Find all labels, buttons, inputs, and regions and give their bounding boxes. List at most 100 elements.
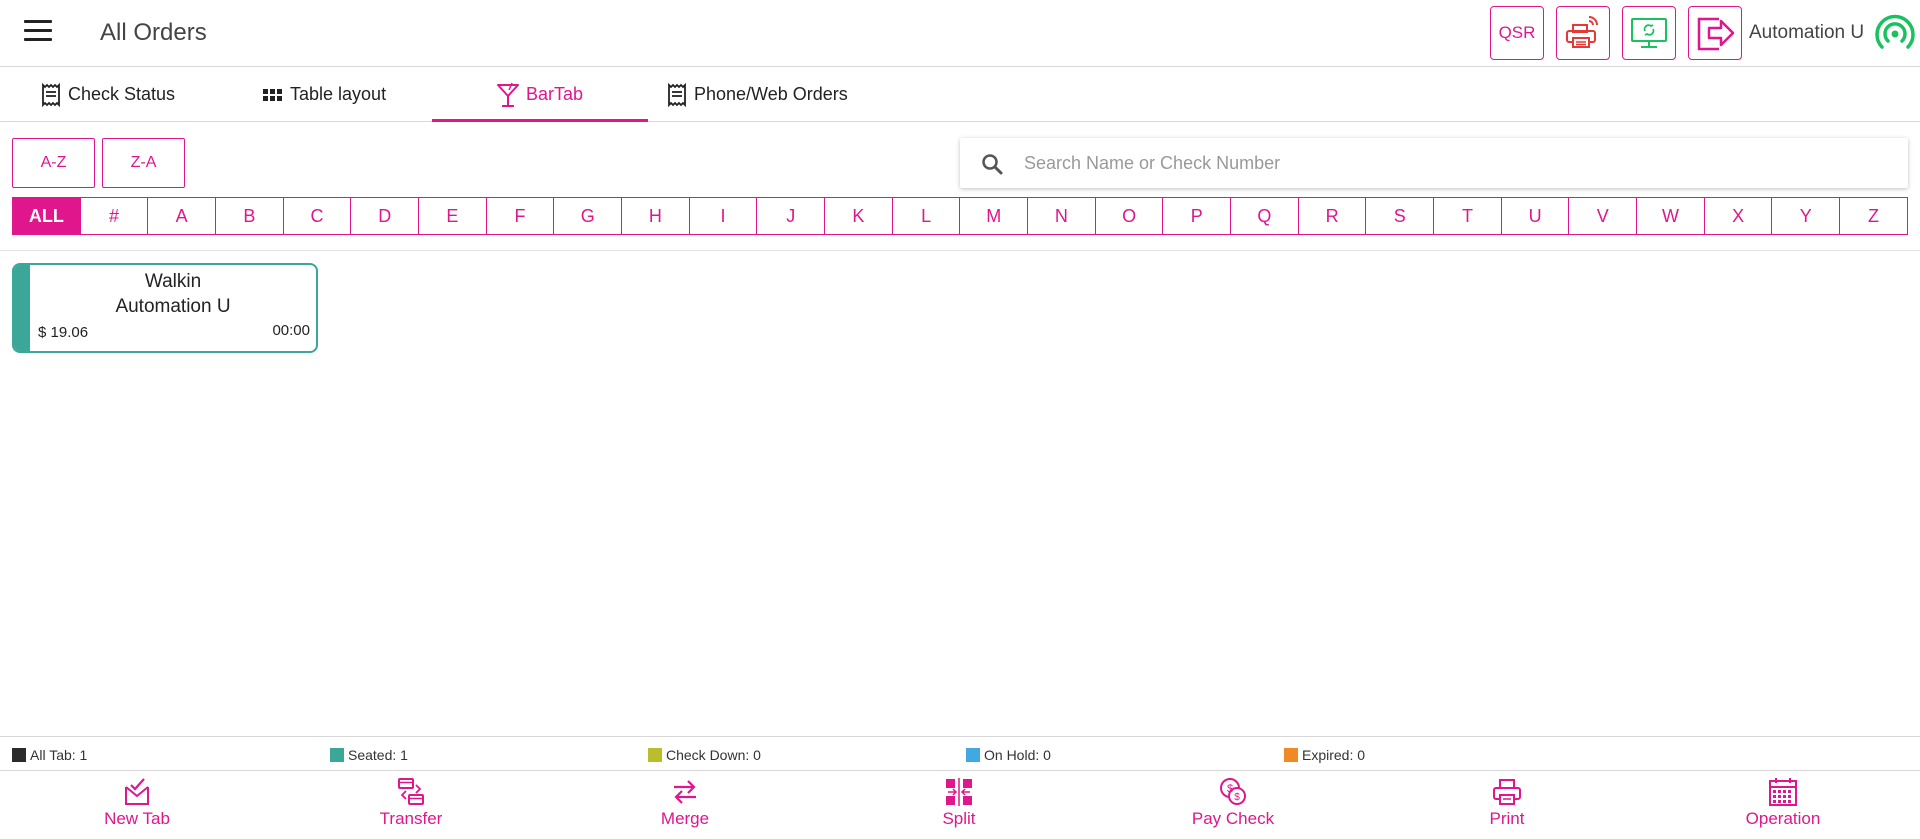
- alphabet-filter-o[interactable]: O: [1096, 198, 1164, 234]
- alphabet-filter-k[interactable]: K: [825, 198, 893, 234]
- alphabet-filter-r[interactable]: R: [1299, 198, 1367, 234]
- alphabet-filter-x[interactable]: X: [1705, 198, 1773, 234]
- toolbar-label: New Tab: [104, 809, 170, 828]
- pay-check-button[interactable]: $ $ Pay Check: [1153, 777, 1313, 833]
- tab-label: Table layout: [290, 84, 387, 104]
- status-legend: All Tab: 1 Seated: 1 Check Down: 0 On Ho…: [0, 736, 1920, 771]
- tab-label: Check Status: [68, 84, 176, 104]
- monitor-sync-icon: [1631, 18, 1667, 48]
- hamburger-menu-icon[interactable]: [24, 20, 52, 46]
- svg-text:$: $: [1227, 783, 1233, 795]
- check-name: Walkin: [144, 271, 202, 292]
- legend-label: On Hold: 0: [984, 747, 1051, 763]
- alphabet-filter-f[interactable]: F: [487, 198, 555, 234]
- logged-in-user: Automation U: [1749, 22, 1865, 43]
- svg-text:$: $: [1234, 792, 1240, 803]
- new-tab-button[interactable]: New Tab: [57, 777, 217, 833]
- print-button[interactable]: Print: [1427, 777, 1587, 833]
- alphabet-filter-g[interactable]: G: [554, 198, 623, 234]
- alphabet-filter-c[interactable]: C: [284, 198, 352, 234]
- split-button[interactable]: Split: [879, 777, 1039, 833]
- alphabet-filter-v[interactable]: V: [1569, 198, 1638, 234]
- bottom-toolbar: New Tab Transfer Merge Split $ $ Pay Che…: [0, 771, 1920, 839]
- toolbar-label: Print: [1489, 809, 1525, 828]
- receipt-icon: [42, 82, 60, 107]
- legend-on-hold: On Hold: 0: [966, 747, 1051, 763]
- alphabet-filter-q[interactable]: Q: [1231, 198, 1299, 234]
- legend-seated: Seated: 1: [330, 747, 408, 763]
- alphabet-filter-i[interactable]: I: [690, 198, 758, 234]
- printer-wifi-icon: [1566, 16, 1598, 48]
- legend-swatch: [648, 748, 662, 762]
- search-input[interactable]: [1024, 138, 1884, 188]
- check-card[interactable]: Walkin Automation U $ 19.06 00:00: [12, 263, 318, 353]
- connection-signal-icon: [1875, 14, 1915, 49]
- tab-check-status[interactable]: Check Status: [40, 67, 175, 122]
- receipt-icon: [668, 82, 686, 107]
- tab-bartab[interactable]: BarTab: [496, 67, 583, 122]
- app-header: All Orders QSR Automation U: [0, 0, 1920, 67]
- alphabet-filter-all[interactable]: ALL: [13, 198, 81, 234]
- toolbar-label: Merge: [660, 809, 710, 828]
- split-icon: [946, 778, 972, 806]
- toolbar-label: Split: [942, 809, 976, 828]
- qsr-button[interactable]: QSR: [1490, 6, 1544, 60]
- alphabet-filter-s[interactable]: S: [1366, 198, 1435, 234]
- check-time: 00:00: [272, 322, 310, 339]
- legend-all-tab: All Tab: 1: [12, 747, 87, 763]
- transfer-button[interactable]: Transfer: [331, 777, 491, 833]
- search-icon: [982, 154, 1003, 175]
- calendar-icon: [1769, 778, 1797, 806]
- operation-button[interactable]: Operation: [1703, 777, 1863, 833]
- new-tab-icon: [125, 778, 149, 805]
- check-status-bar: [14, 265, 30, 351]
- toolbar-label: Transfer: [379, 809, 443, 828]
- merge-button[interactable]: Merge: [605, 777, 765, 833]
- alphabet-filter-y[interactable]: Y: [1772, 198, 1841, 234]
- legend-swatch: [330, 748, 344, 762]
- alphabet-filter: ALL # A B C D E F G H I J K L M N O P Q R S T U V W X Y Z: [12, 197, 1908, 235]
- alphabet-filter-h[interactable]: H: [622, 198, 690, 234]
- divider: [0, 250, 1920, 251]
- alphabet-filter-t[interactable]: T: [1434, 198, 1502, 234]
- tab-label: Phone/Web Orders: [694, 84, 848, 104]
- alphabet-filter-n[interactable]: N: [1028, 198, 1096, 234]
- alphabet-filter-u[interactable]: U: [1502, 198, 1570, 234]
- legend-swatch: [12, 748, 26, 762]
- cocktail-icon: [497, 82, 519, 107]
- display-sync-button[interactable]: [1622, 6, 1676, 60]
- tab-label: BarTab: [526, 84, 584, 104]
- check-amount: $ 19.06: [38, 324, 89, 341]
- tab-table-layout[interactable]: Table layout: [262, 67, 386, 122]
- alphabet-filter-b[interactable]: B: [216, 198, 284, 234]
- alphabet-filter-l[interactable]: L: [893, 198, 961, 234]
- legend-label: Expired: 0: [1302, 747, 1366, 763]
- alphabet-filter-a[interactable]: A: [148, 198, 217, 234]
- legend-swatch: [966, 748, 980, 762]
- alphabet-filter-z[interactable]: Z: [1840, 198, 1907, 234]
- print-icon: [1493, 779, 1521, 805]
- search-bar: [960, 138, 1908, 188]
- active-tab-indicator: [432, 119, 648, 122]
- check-server: Automation U: [115, 296, 231, 317]
- legend-swatch: [1284, 748, 1298, 762]
- alphabet-filter-e[interactable]: E: [419, 198, 487, 234]
- logout-button[interactable]: [1688, 6, 1742, 60]
- logout-icon: [1697, 17, 1735, 51]
- legend-check-down: Check Down: 0: [648, 747, 761, 763]
- sort-az-button[interactable]: A-Z: [12, 138, 95, 188]
- tab-phone-web-orders[interactable]: Phone/Web Orders: [666, 67, 848, 122]
- toolbar-label: Operation: [1745, 809, 1821, 828]
- alphabet-filter-p[interactable]: P: [1163, 198, 1232, 234]
- legend-expired: Expired: 0: [1284, 747, 1365, 763]
- alphabet-filter-j[interactable]: J: [757, 198, 826, 234]
- alphabet-filter-m[interactable]: M: [960, 198, 1029, 234]
- transfer-icon: [398, 778, 424, 805]
- alphabet-filter-d[interactable]: D: [351, 198, 420, 234]
- alphabet-filter-w[interactable]: W: [1637, 198, 1705, 234]
- sort-za-button[interactable]: Z-A: [102, 138, 185, 188]
- printer-status-button[interactable]: [1556, 6, 1610, 60]
- legend-label: Check Down: 0: [666, 747, 761, 763]
- alphabet-filter-number[interactable]: #: [81, 198, 149, 234]
- merge-icon: [674, 780, 696, 804]
